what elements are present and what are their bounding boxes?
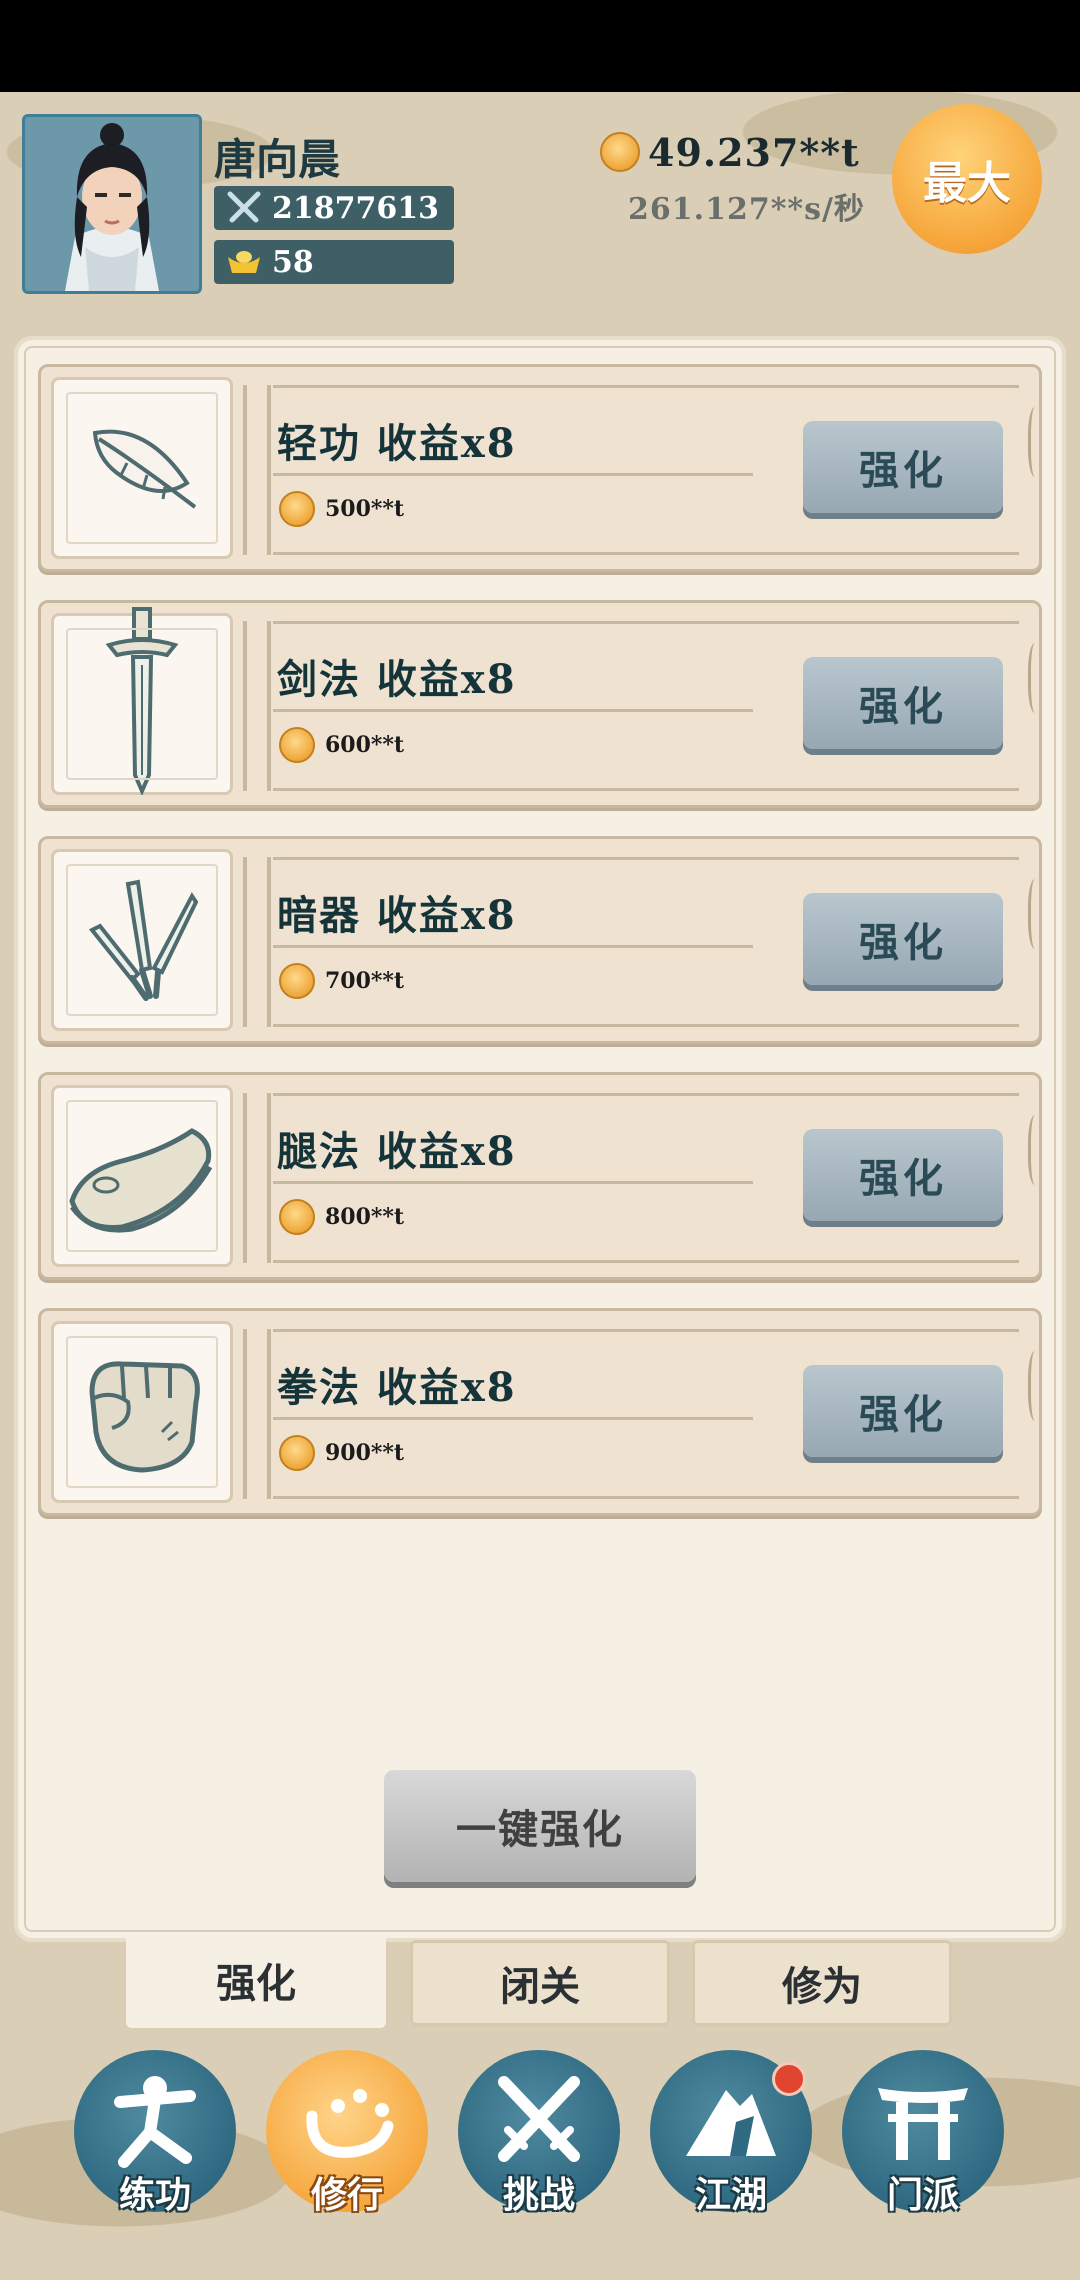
cost-row: 600**t (279, 727, 404, 763)
coin-icon (279, 491, 315, 527)
power-value: 21877613 (272, 190, 439, 226)
upgrade-title: 腿法 收益x8 (277, 1128, 517, 1175)
upgrade-row: 轻功 收益x8 500**t 强化 (38, 364, 1042, 572)
nav-label: 修行 (310, 2174, 383, 2216)
coin-icon (600, 132, 640, 172)
nav-label: 练功 (118, 2174, 191, 2216)
upgrade-cost: 900**t (325, 1440, 405, 1466)
upgrade-row: 拳法 收益x8 900**t 强化 (38, 1308, 1042, 1516)
upgrade-row: 暗器 收益x8 700**t 强化 (38, 836, 1042, 1044)
upgrade-row: 剑法 收益x8 600**t 强化 (38, 600, 1042, 808)
tab-cultivation[interactable]: 修为 (692, 1940, 952, 2026)
enhance-button[interactable]: 强化 (803, 1129, 1003, 1221)
mountain-icon (686, 2090, 776, 2156)
tab-enhance[interactable]: 强化 (126, 1932, 386, 2028)
one-key-enhance-button[interactable]: 一键强化 (384, 1770, 696, 1882)
cost-row: 500**t (279, 491, 404, 527)
player-name: 唐向晨 (214, 135, 341, 184)
crossed-swords-icon (498, 2076, 580, 2162)
upgrade-cost: 800**t (325, 1204, 405, 1230)
gate-icon (878, 2088, 968, 2160)
nav-challenge[interactable]: 挑战 (458, 2050, 620, 2216)
cost-row: 900**t (279, 1435, 404, 1471)
nav-training[interactable]: 练功 (74, 2050, 236, 2216)
notification-badge (772, 2062, 806, 2096)
item-frame (51, 849, 233, 1031)
nav-practice[interactable]: 修行 (266, 2050, 428, 2216)
upgrade-title: 剑法 收益x8 (277, 656, 517, 703)
coin-total: 49.237**t (648, 129, 860, 175)
coin-icon (279, 1435, 315, 1471)
upgrade-cost: 700**t (325, 968, 405, 994)
enhance-button[interactable]: 强化 (803, 657, 1003, 749)
upgrade-cost: 600**t (325, 732, 405, 758)
nav-label: 门派 (886, 2174, 959, 2216)
tab-seclusion[interactable]: 闭关 (410, 1940, 670, 2026)
coin-icon (279, 1199, 315, 1235)
gold-ingot-icon (224, 242, 264, 282)
nav-label: 江湖 (694, 2174, 767, 2216)
cost-row: 700**t (279, 963, 404, 999)
upgrade-title: 拳法 收益x8 (277, 1364, 517, 1411)
coin-rate: 261.127**s/秒 (628, 192, 865, 227)
nav-sect[interactable]: 门派 (842, 2050, 1004, 2216)
upgrade-row: 腿法 收益x8 800**t 强化 (38, 1072, 1042, 1280)
gold-ingot-stat: 58 (214, 240, 454, 284)
item-frame (51, 377, 233, 559)
item-frame (51, 607, 233, 795)
cost-row: 800**t (279, 1199, 404, 1235)
gold-ingot-value: 58 (272, 244, 314, 280)
coin-total-row: 49.237**t (600, 128, 860, 176)
upgrade-title: 暗器 收益x8 (277, 892, 517, 939)
item-frame (51, 1321, 233, 1503)
upgrade-title: 轻功 收益x8 (277, 420, 517, 467)
crossed-swords-icon (224, 188, 264, 228)
item-frame (51, 1085, 233, 1267)
coin-icon (279, 727, 315, 763)
training-icon (114, 2076, 196, 2168)
coin-icon (279, 963, 315, 999)
nav-label: 挑战 (502, 2174, 575, 2216)
heart-mind-icon (306, 2089, 394, 2158)
max-button[interactable]: 最大 (892, 104, 1042, 254)
power-stat: 21877613 (214, 186, 454, 230)
avatar[interactable] (22, 114, 202, 294)
enhance-button[interactable]: 强化 (803, 1365, 1003, 1457)
enhance-button[interactable]: 强化 (803, 893, 1003, 985)
status-bar (0, 0, 1080, 92)
upgrade-cost: 500**t (325, 496, 405, 522)
enhance-button[interactable]: 强化 (803, 421, 1003, 513)
